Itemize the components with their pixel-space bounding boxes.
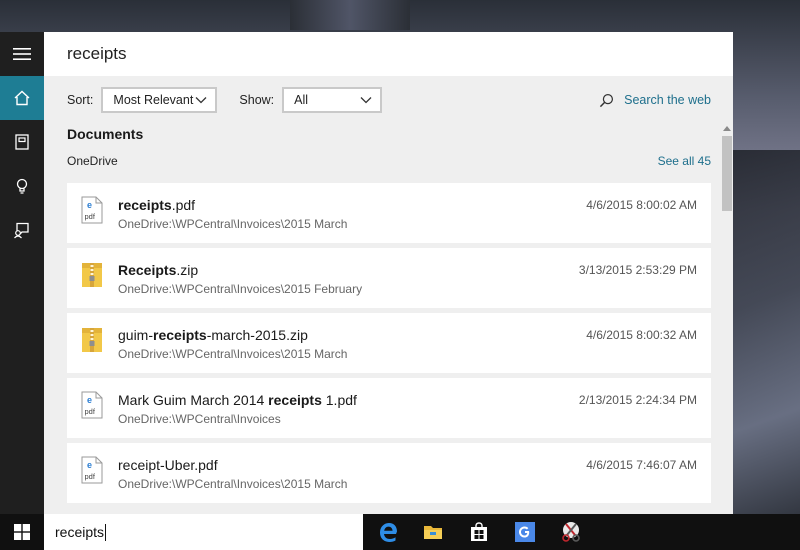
result-row[interactable]: guim-receipts-march-2015.zip OneDrive:\WP… — [67, 313, 711, 373]
result-filename: Receipts.zip — [118, 262, 198, 278]
zip-folder-icon — [82, 263, 102, 287]
store-taskbar-button[interactable] — [464, 517, 494, 547]
zip-folder-icon — [82, 328, 102, 352]
search-the-web-link[interactable]: Search the web — [599, 93, 711, 108]
edge-browser-icon — [380, 523, 397, 542]
results-list: e pdf receipts.pdf OneDrive:\WPCentral\Invo… — [67, 183, 711, 508]
svg-text:e: e — [87, 460, 92, 470]
show-dropdown[interactable]: All — [282, 87, 383, 113]
home-button[interactable] — [0, 76, 44, 120]
result-path: OneDrive:\WPCentral\Invoices\2015 March — [118, 347, 348, 361]
section-title: Documents — [67, 126, 144, 142]
result-filename: guim-receipts-march-2015.zip — [118, 327, 308, 343]
chevron-down-icon — [360, 97, 372, 104]
snipping-tool-taskbar-button[interactable] — [556, 517, 586, 547]
pdf-icon-text: pdf — [85, 407, 96, 416]
filename-part: receipt-Uber.pdf — [118, 457, 218, 473]
result-date: 4/6/2015 7:46:07 AM — [586, 458, 697, 472]
pdf-icon-text: pdf — [85, 472, 96, 481]
result-date: 4/6/2015 8:00:32 AM — [586, 328, 697, 342]
taskbar: receipts — [0, 514, 800, 550]
lightbulb-icon — [16, 178, 28, 194]
result-date: 3/13/2015 2:53:29 PM — [578, 263, 697, 277]
chevron-down-icon — [195, 97, 207, 104]
search-query-box[interactable]: receipts — [44, 32, 733, 76]
pdf-icon-text: pdf — [85, 212, 96, 221]
folder-icon — [424, 526, 442, 539]
result-date: 2/13/2015 2:24:34 PM — [578, 393, 697, 407]
hamburger-icon — [13, 48, 31, 60]
hamburger-menu-button[interactable] — [0, 32, 44, 76]
wallpaper-rocks — [730, 150, 800, 530]
result-path: OneDrive:\WPCentral\Invoices\2015 Februa… — [118, 282, 363, 296]
filename-match: receipts — [118, 197, 172, 213]
home-icon — [14, 90, 30, 106]
scrollbar[interactable] — [721, 124, 733, 514]
pdf-file-icon: e pdf — [81, 456, 103, 484]
provider-name: OneDrive — [67, 154, 118, 168]
reminders-button[interactable] — [0, 164, 44, 208]
wallpaper-rocks-top — [290, 0, 410, 30]
google-taskbar-button[interactable] — [510, 517, 540, 547]
filename-match: Receipts — [118, 262, 177, 278]
text-caret — [105, 523, 107, 541]
svg-text:e: e — [87, 200, 92, 210]
sort-label: Sort: — [67, 93, 94, 107]
taskbar-search-box[interactable]: receipts — [44, 514, 363, 550]
cortana-rail — [0, 32, 44, 514]
filename-match: receipts — [268, 392, 322, 408]
filename-part: guim- — [118, 327, 154, 343]
result-filename: Mark Guim March 2014 receipts 1.pdf — [118, 392, 357, 408]
scroll-thumb[interactable] — [722, 136, 732, 211]
edge-taskbar-button[interactable] — [373, 517, 403, 547]
google-search-icon — [515, 522, 535, 542]
result-row[interactable]: e pdf receipt-Uber.pdf OneDrive:\WPCentral\… — [67, 443, 711, 503]
file-explorer-taskbar-button[interactable] — [418, 517, 448, 547]
feedback-button[interactable] — [0, 208, 44, 252]
result-row[interactable]: e pdf Mark Guim March 2014 receipts 1.pdf O… — [67, 378, 711, 438]
filename-part: 1.pdf — [321, 392, 357, 408]
filter-bar: Sort: Most Relevant Show: All Search the… — [67, 87, 711, 113]
result-path: OneDrive:\WPCentral\Invoices\2015 March — [118, 477, 348, 491]
start-button[interactable] — [0, 514, 44, 550]
pdf-file-icon: e pdf — [81, 391, 103, 419]
search-icon — [600, 93, 614, 107]
search-query-text: receipts — [67, 44, 127, 63]
filename-part: .zip — [176, 262, 199, 278]
pdf-file-icon: e pdf — [81, 196, 103, 224]
result-date: 4/6/2015 8:00:02 AM — [586, 198, 697, 212]
result-path: OneDrive:\WPCentral\Invoices — [118, 412, 281, 426]
taskbar-search-text: receipts — [55, 524, 105, 540]
filename-part: -march-2015.zip — [206, 327, 308, 343]
sort-value: Most Relevant — [113, 93, 194, 107]
search-results-panel: receipts Sort: Most Relevant Show: All S… — [44, 32, 733, 514]
scissors-icon — [562, 522, 580, 542]
filename-part: Mark Guim March 2014 — [118, 392, 269, 408]
scroll-up-arrow[interactable] — [723, 126, 731, 131]
filename-part: .pdf — [171, 197, 196, 213]
result-filename: receipt-Uber.pdf — [118, 457, 218, 473]
see-all-link[interactable]: See all 45 — [658, 154, 711, 170]
filename-match: receipts — [153, 327, 207, 343]
notebook-icon — [15, 134, 29, 150]
feedback-icon — [14, 222, 29, 239]
result-path: OneDrive:\WPCentral\Invoices\2015 March — [118, 217, 348, 231]
result-row[interactable]: e pdf receipts.pdf OneDrive:\WPCentral\Invo… — [67, 183, 711, 243]
show-label: Show: — [239, 93, 275, 107]
sort-dropdown[interactable]: Most Relevant — [101, 87, 218, 113]
notebook-button[interactable] — [0, 120, 44, 164]
svg-text:e: e — [87, 395, 92, 405]
result-row[interactable]: Receipts.zip OneDrive:\WPCentral\Invoices… — [67, 248, 711, 308]
windows-logo-icon — [14, 524, 30, 540]
store-bag-icon — [471, 522, 487, 541]
show-value: All — [294, 93, 309, 107]
result-filename: receipts.pdf — [118, 197, 195, 213]
provider-row: OneDrive See all 45 — [67, 154, 711, 170]
search-the-web-label: Search the web — [624, 93, 711, 107]
